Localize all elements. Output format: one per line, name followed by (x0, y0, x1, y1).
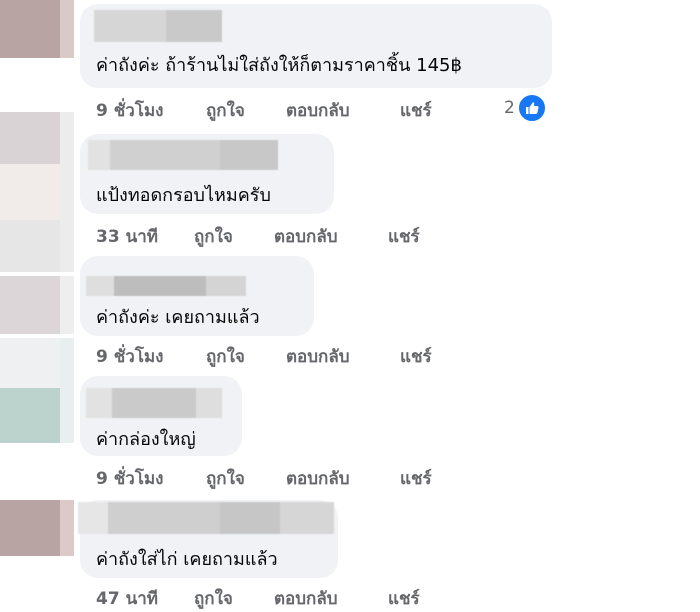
reaction-count-label: 2 (504, 98, 515, 118)
comment-time-link[interactable]: 47 นาที (96, 585, 158, 612)
avatar[interactable] (0, 276, 74, 334)
comment-text: ค่าถังค่ะ ถ้าร้านไม่ใส่ถังให้ก็ตามราคาชิ… (96, 55, 462, 76)
share-button[interactable]: แชร์ (388, 585, 420, 612)
commenter-name-blurred[interactable] (94, 10, 222, 42)
reply-button[interactable]: ตอบกลับ (286, 343, 350, 370)
share-button[interactable]: แชร์ (400, 97, 432, 124)
reaction-count[interactable]: 2 (504, 93, 547, 123)
comment-text: ค่ากล่องใหญ่ (96, 429, 196, 450)
avatar[interactable] (0, 338, 74, 443)
avatar[interactable] (0, 500, 74, 556)
comment-actions: 47 นาที ถูกใจ ตอบกลับ แชร์ (96, 585, 456, 609)
avatar[interactable] (0, 0, 74, 58)
like-button[interactable]: ถูกใจ (206, 465, 245, 492)
commenter-name-blurred[interactable] (88, 140, 278, 170)
comment-time-link[interactable]: 9 ชั่วโมง (96, 465, 163, 492)
commenter-name-blurred[interactable] (86, 388, 222, 418)
comment-time-link[interactable]: 9 ชั่วโมง (96, 343, 163, 370)
comment-text: ค่าถังค่ะ เคยถามแล้ว (96, 307, 260, 328)
comment-actions: 33 นาที ถูกใจ ตอบกลับ แชร์ (96, 223, 456, 247)
comment-text: แป้งทอดกรอบไหมครับ (96, 185, 271, 206)
like-button[interactable]: ถูกใจ (194, 585, 233, 612)
like-button[interactable]: ถูกใจ (194, 223, 233, 250)
reply-button[interactable]: ตอบกลับ (286, 97, 350, 124)
comment-text: ค่าถังใส่ไก่ เคยถามแล้ว (96, 549, 278, 570)
comment-actions: 9 ชั่วโมง ถูกใจ ตอบกลับ แชร์ (96, 465, 456, 489)
avatar[interactable] (0, 112, 74, 272)
reply-button[interactable]: ตอบกลับ (274, 585, 338, 612)
commenter-name-blurred[interactable] (86, 276, 246, 296)
commenter-name-blurred[interactable] (78, 502, 334, 534)
reply-button[interactable]: ตอบกลับ (286, 465, 350, 492)
like-button[interactable]: ถูกใจ (206, 97, 245, 124)
comment-time-link[interactable]: 33 นาที (96, 223, 158, 250)
like-icon (516, 93, 547, 123)
share-button[interactable]: แชร์ (388, 223, 420, 250)
reply-button[interactable]: ตอบกลับ (274, 223, 338, 250)
like-button[interactable]: ถูกใจ (206, 343, 245, 370)
comment-actions: 9 ชั่วโมง ถูกใจ ตอบกลับ แชร์ (96, 343, 456, 367)
share-button[interactable]: แชร์ (400, 465, 432, 492)
comment-time-link[interactable]: 9 ชั่วโมง (96, 97, 163, 124)
comment-actions: 9 ชั่วโมง ถูกใจ ตอบกลับ แชร์ (96, 97, 456, 121)
share-button[interactable]: แชร์ (400, 343, 432, 370)
